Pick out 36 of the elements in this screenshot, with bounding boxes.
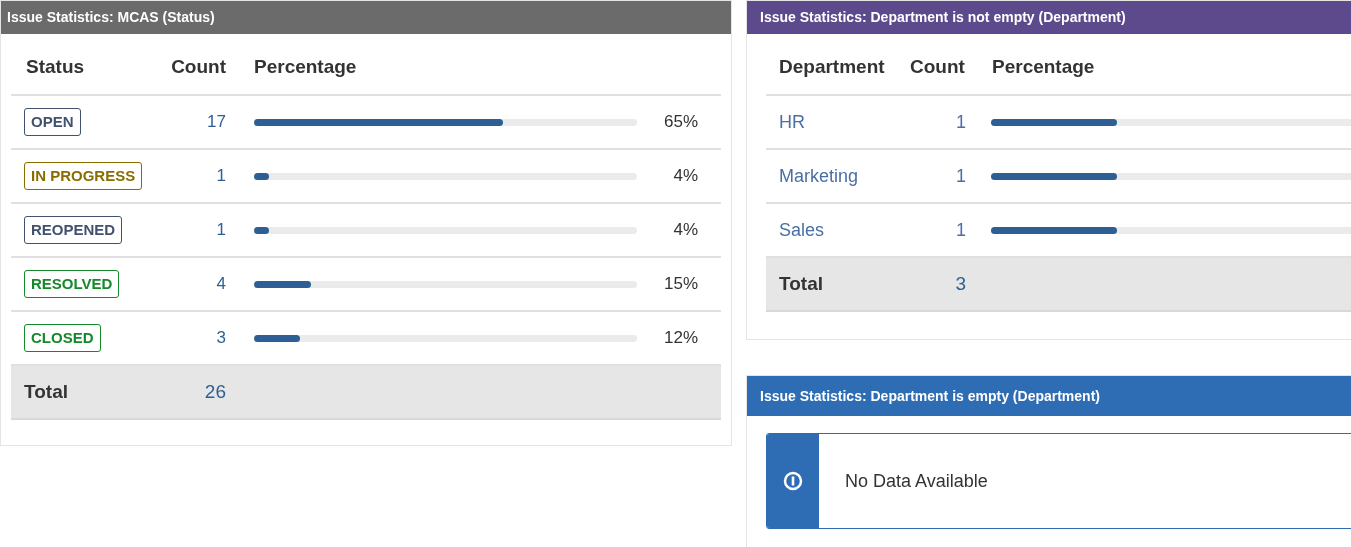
column-header: Count [171, 55, 226, 77]
percentage-text: 4% [673, 166, 698, 186]
count-link[interactable]: 4 [216, 274, 226, 294]
status-lozenge: CLOSED [24, 323, 101, 353]
count-link[interactable]: 1 [956, 111, 966, 132]
status-lozenge: REOPENED [24, 215, 123, 245]
percentage-text: 12% [663, 328, 698, 348]
count-link[interactable]: 17 [207, 112, 226, 132]
panel-header: Issue Statistics: Department is not empty (Department) [747, 1, 1351, 34]
column-header: Percentage [254, 55, 357, 77]
column-header: Percentage [992, 55, 1095, 77]
column-header: Status [26, 55, 85, 77]
total-label: Total [779, 272, 823, 294]
status-lozenge: IN PROGRESS [24, 161, 143, 191]
count-link[interactable]: 1 [216, 220, 226, 240]
percentage-text: 4% [673, 220, 698, 240]
status-lozenge: RESOLVED [24, 269, 120, 299]
department-link[interactable]: Sales [779, 219, 825, 240]
count-link[interactable]: 1 [956, 219, 966, 240]
total-label: Total [24, 380, 68, 402]
count-link[interactable]: 1 [956, 165, 966, 186]
column-header: Department [779, 55, 885, 77]
department-link[interactable]: HR [779, 111, 805, 132]
info-icon [783, 471, 803, 491]
percentage-text: 15% [663, 274, 698, 294]
panel-header: Issue Statistics: MCAS (Status) [1, 1, 731, 34]
panel-header: Issue Statistics: Department is empty (Department) [747, 376, 1351, 416]
status-lozenge: OPEN [24, 107, 81, 137]
message-text: No Data Available [845, 469, 988, 493]
total-count-link[interactable]: 3 [955, 272, 966, 294]
percentage-text: 65% [663, 112, 698, 132]
count-link[interactable]: 3 [216, 328, 226, 348]
count-link[interactable]: 1 [216, 166, 226, 186]
department-link[interactable]: Marketing [779, 165, 859, 186]
column-header: Count [910, 55, 965, 77]
total-count-link[interactable]: 26 [204, 380, 226, 402]
